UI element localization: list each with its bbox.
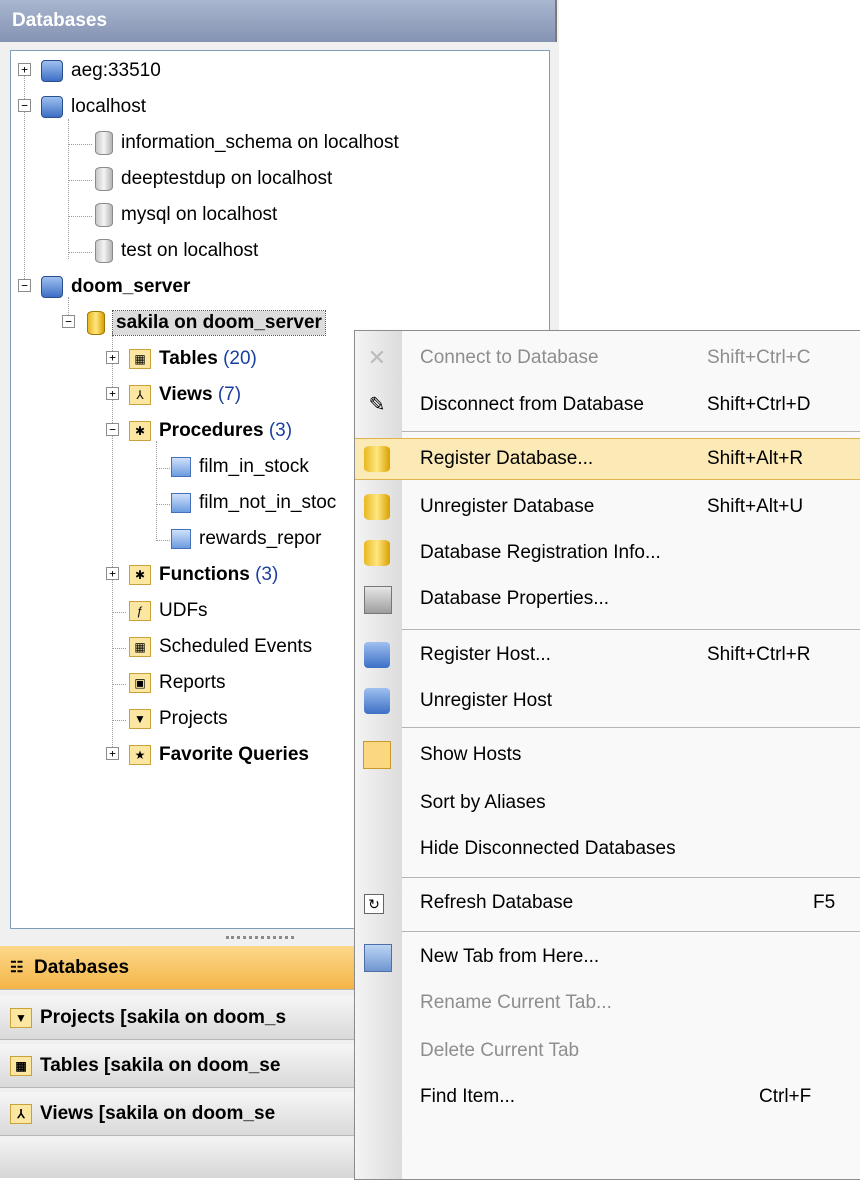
tree-node-favorite-queries[interactable]: ★ Favorite Queries xyxy=(129,737,309,773)
collapse-localhost-icon[interactable]: − xyxy=(18,99,31,112)
panel-title: Databases xyxy=(0,0,557,42)
collapse-doom-server-icon[interactable]: − xyxy=(18,279,31,292)
collapse-sakila-icon[interactable]: − xyxy=(62,315,75,328)
tree-node-udfs[interactable]: ƒ UDFs xyxy=(129,593,208,629)
menu-item-unregister-host[interactable]: Unregister Host xyxy=(355,681,860,721)
host-icon xyxy=(41,60,63,82)
register-host-icon xyxy=(364,642,390,668)
menu-item-rename-current-tab[interactable]: Rename Current Tab... xyxy=(355,983,860,1023)
tree-node-test[interactable]: test on localhost xyxy=(95,233,258,269)
tree-node-projects[interactable]: ▼ Projects xyxy=(129,701,228,737)
expand-views-icon[interactable]: + xyxy=(106,387,119,400)
expand-functions-icon[interactable]: + xyxy=(106,567,119,580)
disconnect-icon: ✎ xyxy=(368,394,386,416)
menu-item-database-properties[interactable]: Database Properties... xyxy=(355,579,860,619)
tree-node-film-in-stock[interactable]: film_in_stock xyxy=(171,449,309,485)
menu-item-refresh-database[interactable]: ↻ Refresh Database F5 xyxy=(355,883,860,923)
favorites-icon: ★ xyxy=(129,745,151,765)
unregister-database-icon xyxy=(364,494,390,520)
splitter-handle[interactable] xyxy=(226,936,294,943)
procedure-icon xyxy=(171,457,191,477)
function-folder-icon: ✱ xyxy=(129,565,151,585)
table-folder-icon: ▦ xyxy=(129,349,151,369)
databases-tree-icon: ☷ xyxy=(10,958,24,976)
tree-node-views[interactable]: ⅄ Views (7) xyxy=(129,377,241,413)
tree-node-doom-server[interactable]: doom_server xyxy=(41,269,190,305)
menu-item-find-item[interactable]: Find Item... Ctrl+F xyxy=(355,1077,860,1117)
database-icon xyxy=(95,167,113,191)
udf-folder-icon: ƒ xyxy=(129,601,151,621)
scheduled-events-icon: ▦ xyxy=(129,637,151,657)
tree-node-scheduled-events[interactable]: ▦ Scheduled Events xyxy=(129,629,312,665)
menu-item-unregister-database[interactable]: Unregister Database Shift+Alt+U xyxy=(355,487,860,527)
tree-node-procedures[interactable]: ✱ Procedures (3) xyxy=(129,413,292,449)
database-icon xyxy=(95,131,113,155)
menu-item-register-database[interactable]: Register Database... Shift+Alt+R xyxy=(355,438,860,480)
collapse-procedures-icon[interactable]: − xyxy=(106,423,119,436)
tree-node-aeg[interactable]: aeg:33510 xyxy=(41,53,161,89)
menu-item-disconnect-from-database[interactable]: ✎ Disconnect from Database Shift+Ctrl+D xyxy=(355,385,860,425)
menu-item-hide-disconnected-databases[interactable]: Hide Disconnected Databases xyxy=(355,829,860,869)
unregister-host-icon xyxy=(364,688,390,714)
menu-item-delete-current-tab[interactable]: Delete Current Tab xyxy=(355,1031,860,1071)
tree-node-sakila[interactable]: sakila on doom_server xyxy=(87,305,326,341)
host-icon xyxy=(41,96,63,118)
registration-info-icon xyxy=(364,540,390,566)
procedure-folder-icon: ✱ xyxy=(129,421,151,441)
tree-node-functions[interactable]: ✱ Functions (3) xyxy=(129,557,278,593)
connect-icon: ✕ xyxy=(367,345,387,370)
projects-icon: ▼ xyxy=(129,709,151,729)
new-tab-icon xyxy=(364,944,392,972)
expand-favorite-queries-icon[interactable]: + xyxy=(106,747,119,760)
tree-node-localhost[interactable]: localhost xyxy=(41,89,146,125)
expand-tables-icon[interactable]: + xyxy=(106,351,119,364)
menu-item-database-registration-info[interactable]: Database Registration Info... xyxy=(355,533,860,573)
tree-node-deeptestdup[interactable]: deeptestdup on localhost xyxy=(95,161,332,197)
context-menu: ✕ Connect to Database Shift+Ctrl+C ✎ Dis… xyxy=(354,330,860,1180)
tree-node-rewards-report[interactable]: rewards_repor xyxy=(171,521,322,557)
database-icon xyxy=(95,239,113,263)
tree-node-information-schema[interactable]: information_schema on localhost xyxy=(95,125,399,161)
tree-node-film-not-in-stock[interactable]: film_not_in_stoc xyxy=(171,485,336,521)
menu-item-show-hosts[interactable]: Show Hosts xyxy=(355,735,860,775)
register-database-icon xyxy=(364,446,390,472)
menu-item-register-host[interactable]: Register Host... Shift+Ctrl+R xyxy=(355,635,860,675)
expand-aeg-icon[interactable]: + xyxy=(18,63,31,76)
menu-item-sort-by-aliases[interactable]: Sort by Aliases xyxy=(355,783,860,823)
refresh-icon: ↻ xyxy=(364,894,384,914)
procedure-icon xyxy=(171,529,191,549)
menu-item-connect-to-database[interactable]: ✕ Connect to Database Shift+Ctrl+C xyxy=(355,338,860,378)
database-properties-icon xyxy=(364,586,392,614)
tree-node-mysql[interactable]: mysql on localhost xyxy=(95,197,277,233)
projects-icon: ▼ xyxy=(10,1007,32,1028)
host-icon xyxy=(41,276,63,298)
reports-icon: ▣ xyxy=(129,673,151,693)
tree-node-tables[interactable]: ▦ Tables (20) xyxy=(129,341,257,377)
show-hosts-icon xyxy=(363,741,391,769)
views-icon: ⅄ xyxy=(10,1103,32,1124)
tables-icon: ▦ xyxy=(10,1055,32,1076)
database-icon xyxy=(95,203,113,227)
procedure-icon xyxy=(171,493,191,513)
database-icon xyxy=(87,311,105,335)
tree-node-reports[interactable]: ▣ Reports xyxy=(129,665,226,701)
view-folder-icon: ⅄ xyxy=(129,385,151,405)
menu-item-new-tab-from-here[interactable]: New Tab from Here... xyxy=(355,937,860,977)
